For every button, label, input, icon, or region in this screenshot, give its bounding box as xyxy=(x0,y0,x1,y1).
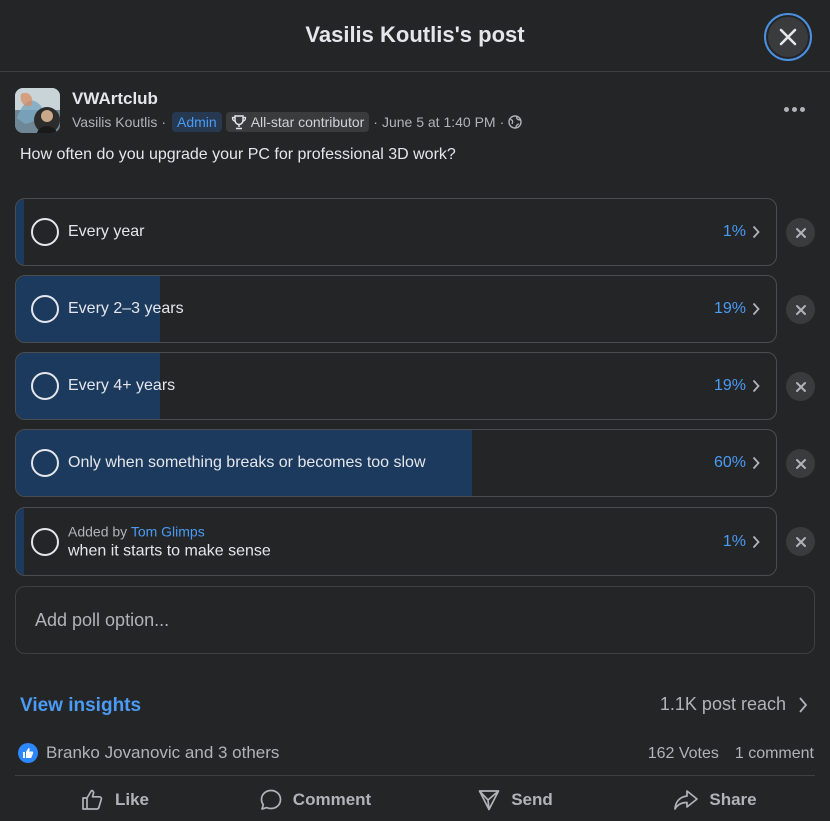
contributor-badge-label: All-star contributor xyxy=(250,114,365,130)
send-label: Send xyxy=(511,789,553,809)
like-icon xyxy=(82,789,103,810)
vote-bar xyxy=(16,508,24,575)
added-by: Added by Tom Glimps xyxy=(68,523,271,539)
trophy-icon xyxy=(231,114,246,129)
remove-icon xyxy=(795,304,806,315)
option-label: Every 2–3 years xyxy=(68,300,184,317)
comment-label: Comment xyxy=(292,789,372,809)
more-options-button[interactable] xyxy=(778,96,810,122)
radio-icon[interactable] xyxy=(31,527,59,556)
option-percent[interactable]: 1% xyxy=(723,223,746,241)
group-name[interactable]: VWArtclub xyxy=(72,89,158,109)
radio-icon[interactable] xyxy=(31,372,59,400)
reactions-summary[interactable]: Branko Jovanovic and 3 others xyxy=(18,743,279,763)
added-by-user-link[interactable]: Tom Glimps xyxy=(131,523,205,539)
engagement-stats: 162 Votes 1 comment xyxy=(648,745,814,763)
remove-icon xyxy=(795,458,806,469)
option-label: Every 4+ years xyxy=(68,377,176,394)
remove-icon xyxy=(795,227,806,238)
remove-icon xyxy=(795,536,806,547)
chevron-right-icon xyxy=(752,225,760,239)
chevron-right-icon xyxy=(752,456,760,470)
comment-icon xyxy=(260,789,282,810)
poll-option[interactable]: Added by Tom Glimps when it starts to ma… xyxy=(15,507,777,576)
option-percent[interactable]: 1% xyxy=(723,533,746,551)
more-icon xyxy=(783,106,789,112)
option-label: Every year xyxy=(68,223,145,240)
comment-button[interactable]: Comment xyxy=(215,778,415,821)
added-by-prefix: Added by xyxy=(68,523,128,539)
like-button[interactable]: Like xyxy=(15,778,215,821)
like-reaction-icon xyxy=(18,743,38,763)
chevron-right-icon xyxy=(752,302,760,316)
reactions-label: Branko Jovanovic and 3 others xyxy=(46,743,280,762)
remove-option-button[interactable] xyxy=(786,449,815,478)
votes-count[interactable]: 162 Votes xyxy=(648,745,719,763)
option-percent[interactable]: 19% xyxy=(714,377,746,395)
chevron-right-icon xyxy=(799,696,808,713)
globe-icon xyxy=(508,115,522,129)
share-label: Share xyxy=(709,789,757,809)
radio-icon[interactable] xyxy=(31,218,59,246)
meta-separator: · xyxy=(373,114,378,130)
radio-icon[interactable] xyxy=(31,295,59,323)
author-name[interactable]: Vasilis Koutlis xyxy=(72,114,157,130)
radio-icon[interactable] xyxy=(31,449,59,477)
poll-option[interactable]: Every 2–3 years 19% xyxy=(15,275,777,343)
post-reach[interactable]: 1.1K post reach xyxy=(660,694,808,715)
group-avatar[interactable] xyxy=(15,88,60,133)
add-poll-option-input[interactable]: Add poll option... xyxy=(15,586,815,654)
share-button[interactable]: Share xyxy=(615,778,815,821)
divider xyxy=(15,775,815,776)
option-label-block: Added by Tom Glimps when it starts to ma… xyxy=(68,523,271,560)
post-timestamp[interactable]: June 5 at 1:40 PM xyxy=(382,114,496,130)
poll-option[interactable]: Only when something breaks or becomes to… xyxy=(15,429,777,497)
close-button[interactable] xyxy=(764,13,812,61)
option-percent[interactable]: 60% xyxy=(714,454,746,472)
poll-option[interactable]: Every year 1% xyxy=(15,198,777,266)
option-percent[interactable]: 19% xyxy=(714,300,746,318)
share-icon xyxy=(674,789,699,810)
vote-bar xyxy=(16,199,24,265)
remove-option-button[interactable] xyxy=(786,527,815,556)
meta-separator: · xyxy=(161,114,166,130)
like-label: Like xyxy=(114,789,150,809)
remove-option-button[interactable] xyxy=(786,295,815,324)
post-reach-label: 1.1K post reach xyxy=(659,694,786,714)
option-label: Only when something breaks or becomes to… xyxy=(68,454,426,471)
action-bar: Like Comment Send Share xyxy=(15,778,815,821)
contributor-badge: All-star contributor xyxy=(225,112,370,132)
post-meta: Vasilis Koutlis · Admin All-star contrib… xyxy=(72,111,522,133)
meta-separator: · xyxy=(499,114,505,130)
remove-icon xyxy=(795,381,806,392)
poll-option[interactable]: Every 4+ years 19% xyxy=(15,352,777,420)
poll-question: How often do you upgrade your PC for pro… xyxy=(20,146,456,163)
remove-option-button[interactable] xyxy=(786,218,815,247)
view-insights-link[interactable]: View insights xyxy=(20,695,141,717)
remove-option-button[interactable] xyxy=(786,372,815,401)
close-icon xyxy=(779,28,797,46)
comments-count[interactable]: 1 comment xyxy=(735,745,814,763)
chevron-right-icon xyxy=(752,379,760,393)
send-button[interactable]: Send xyxy=(415,778,615,821)
avatar-image xyxy=(15,88,60,133)
option-label: when it starts to make sense xyxy=(68,542,271,559)
send-icon xyxy=(478,789,500,810)
dialog-title: Vasilis Koutlis's post xyxy=(305,22,525,47)
admin-badge: Admin xyxy=(172,112,222,132)
dialog-header: Vasilis Koutlis's post xyxy=(0,0,830,72)
chevron-right-icon xyxy=(752,535,760,548)
